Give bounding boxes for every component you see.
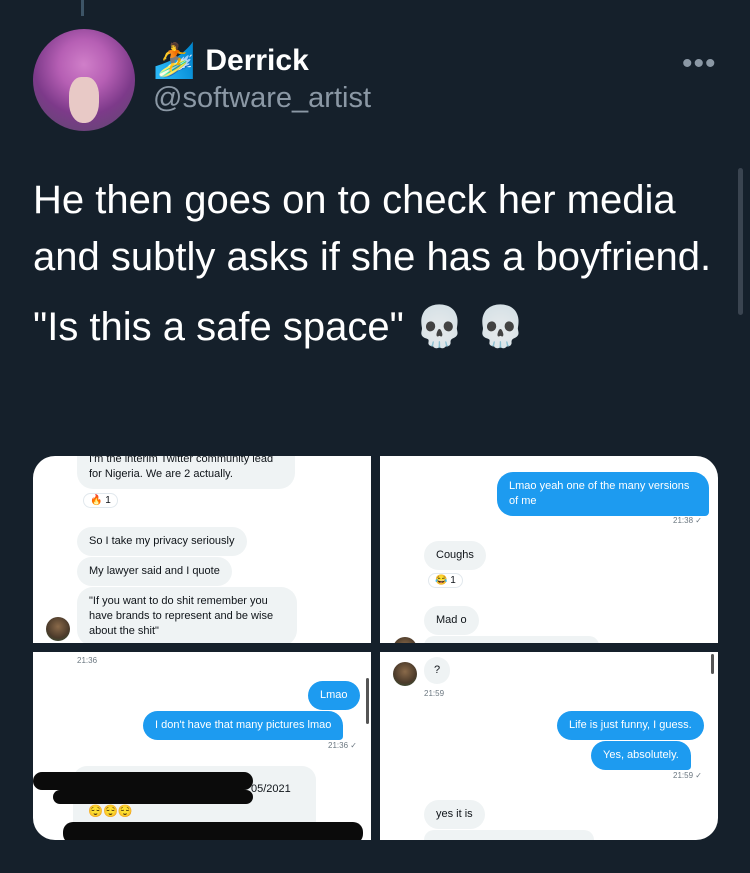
message-bubble: So I take my privacy seriously xyxy=(77,527,247,556)
message-bubble: yes it is xyxy=(424,800,485,829)
author-name-row: 🏄 Derrick xyxy=(153,43,309,79)
message-timestamp: 21:38 ✓ xyxy=(673,516,702,525)
message-bubble: Coughs xyxy=(424,541,486,570)
message-timestamp: 21:59 ✓ xyxy=(673,771,702,780)
redaction-mark xyxy=(63,822,363,840)
message-bubble: Lmao xyxy=(308,681,360,710)
media-card-date: 05/2021 xyxy=(251,783,291,795)
message-bubble: Life is just funny, I guess. xyxy=(557,711,704,740)
fire-reaction-badge: 🔥 1 xyxy=(83,493,118,508)
message-bubble: I'm the interim Twitter community lead f… xyxy=(77,456,295,489)
thread-connector-line xyxy=(81,0,84,16)
author-display-name[interactable]: Derrick xyxy=(205,44,308,78)
message-timestamp: 21:36 xyxy=(77,656,98,665)
message-bubble: ? xyxy=(424,657,451,684)
message-bubble: Lmao yeah one of the many versions of me xyxy=(497,472,709,516)
sender-avatar xyxy=(393,662,417,686)
screenshot-scrollbar xyxy=(366,678,369,724)
media-image-2[interactable]: Lmao yeah one of the many versions of me… xyxy=(380,456,718,643)
author-avatar[interactable] xyxy=(33,29,135,131)
page-scrollbar[interactable] xyxy=(738,168,743,315)
message-bubble: Yes, absolutely. xyxy=(591,741,691,770)
redaction-mark xyxy=(53,790,253,804)
avatar-face xyxy=(69,77,99,123)
message-timestamp: 21:36 ✓ xyxy=(328,741,357,750)
clipped-message-bubble xyxy=(424,636,599,643)
clipped-message-bubble xyxy=(424,830,594,840)
redaction-mark xyxy=(33,772,253,790)
message-bubble: My lawyer said and I quote xyxy=(77,557,232,586)
tweet-paragraph-1: He then goes on to check her media and s… xyxy=(33,178,712,279)
reaction-emojis: 😌😌😌 xyxy=(88,804,133,818)
tweet-text: He then goes on to check her media and s… xyxy=(33,172,723,356)
tweet-media-grid[interactable]: I'm the interim Twitter community lead f… xyxy=(33,456,718,840)
author-handle[interactable]: @software_artist xyxy=(153,82,371,115)
media-image-1[interactable]: I'm the interim Twitter community lead f… xyxy=(33,456,371,643)
sender-avatar xyxy=(46,617,70,641)
media-image-4[interactable]: ? 21:59 Life is just funny, I guess. Yes… xyxy=(380,652,718,840)
sender-avatar xyxy=(393,637,417,643)
media-image-3[interactable]: 21:36 Lmao I don't have that many pictur… xyxy=(33,652,371,840)
tweet-paragraph-2: "Is this a safe space" 💀 💀 xyxy=(33,305,526,349)
message-bubble: I don't have that many pictures lmao xyxy=(143,711,344,740)
surfer-emoji-icon: 🏄 xyxy=(153,42,196,80)
message-bubble: "If you want to do shit remember you hav… xyxy=(77,587,297,643)
message-bubble: Mad o xyxy=(424,606,479,635)
message-timestamp: 21:59 xyxy=(424,689,445,698)
screenshot-scrollbar xyxy=(711,654,714,674)
more-options-icon[interactable]: ••• xyxy=(682,47,717,81)
laugh-reaction-badge: 😂 1 xyxy=(428,573,463,588)
